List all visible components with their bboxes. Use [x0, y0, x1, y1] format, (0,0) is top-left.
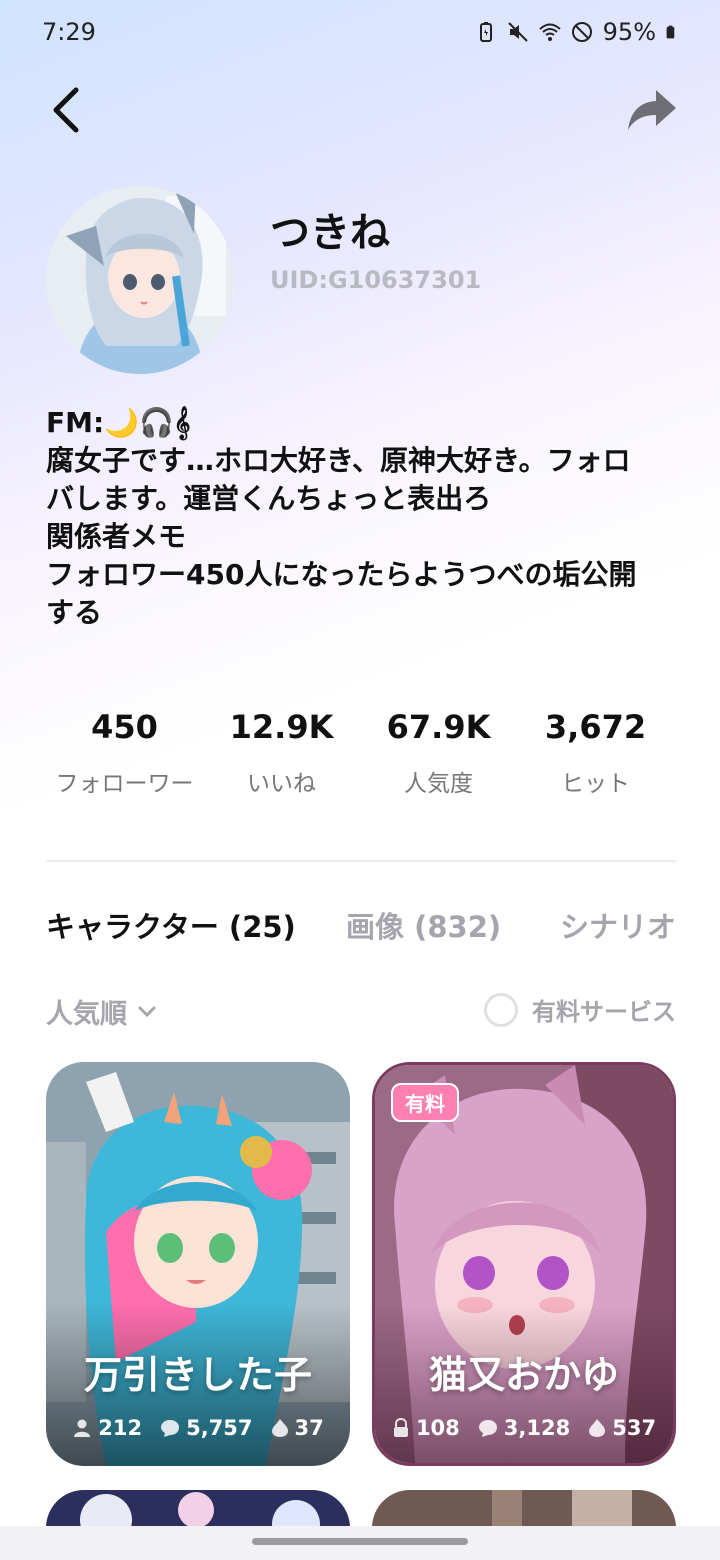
card-stats: 108 3,128 537 — [375, 1416, 673, 1440]
stat-label: 人気度 — [404, 771, 473, 797]
card-stat-messages: 5,757 — [160, 1416, 253, 1440]
paid-service-filter[interactable]: 有料サービス — [484, 992, 676, 1027]
card-title: 万引きした子 — [83, 1353, 312, 1397]
paid-badge: 有料 — [391, 1083, 459, 1122]
bio-line: 腐女子です…ホロ大好き、原神大好き。フォロ — [46, 444, 631, 477]
character-image — [46, 1062, 350, 1466]
stat-value: 12.9K — [229, 708, 334, 746]
do-not-disturb-icon — [571, 22, 592, 42]
profile-name: つきね — [270, 210, 390, 256]
sort-label: 人気順 — [46, 999, 127, 1030]
card-title: 猫又おかゆ — [428, 1353, 619, 1397]
share-icon[interactable] — [626, 86, 678, 134]
stat-popularity: 67.9K 人気度 — [360, 708, 517, 798]
card-stats: 212 5,757 37 — [46, 1416, 350, 1440]
stat-followers[interactable]: 450 フォローワー — [46, 708, 203, 798]
stat-label: フォローワー — [55, 771, 194, 797]
tab-scenarios[interactable]: シナリオ — [560, 904, 676, 946]
status-time: 7:29 — [42, 18, 96, 46]
flame-icon — [589, 1419, 606, 1437]
divider — [46, 860, 676, 862]
card-stat-value: 3,128 — [503, 1416, 571, 1440]
stat-likes: 12.9K いいね — [203, 708, 360, 798]
battery-percent: 95% — [602, 18, 656, 46]
card-stat-value: 108 — [415, 1416, 460, 1440]
gesture-nav-bar — [0, 1526, 720, 1560]
stat-label: いいね — [247, 771, 316, 797]
chat-bubble-icon — [478, 1420, 497, 1437]
character-card[interactable]: 万引きした子 212 5,757 37 — [46, 1062, 350, 1466]
lock-icon — [393, 1418, 408, 1437]
card-stat-messages: 3,128 — [478, 1416, 570, 1440]
tab-images[interactable]: 画像 (832) — [346, 904, 501, 946]
chat-bubble-icon — [161, 1420, 180, 1437]
content-tabs: キャラクター (25) 画像 (832) シナリオ — [46, 904, 676, 948]
sort-row: 人気順 有料サービス — [46, 992, 676, 1032]
profile-bio: FM:🌙🎧𝄞 腐女子です…ホロ大好き、原神大好き。フォロ バします。運営くんちょ… — [46, 404, 676, 632]
mute-icon — [507, 22, 528, 42]
card-stat-chats: 212 — [72, 1416, 142, 1440]
profile-stats: 450 フォローワー 12.9K いいね 67.9K 人気度 3,672 ヒット — [46, 708, 676, 798]
flame-icon — [271, 1419, 288, 1437]
character-card[interactable]: 有料 猫又おかゆ 108 3,128 537 — [372, 1062, 676, 1466]
wifi-icon — [538, 23, 561, 41]
card-stat-value: 537 — [612, 1416, 657, 1440]
bio-line: バします。運営くんちょっと表出ろ — [46, 482, 492, 515]
battery-saver-icon — [479, 22, 492, 42]
card-stat-locked: 108 — [392, 1416, 460, 1440]
bio-line: する — [46, 596, 103, 629]
home-indicator[interactable] — [252, 1538, 468, 1545]
chevron-down-icon — [138, 1006, 156, 1017]
sort-dropdown[interactable]: 人気順 — [46, 992, 157, 1031]
card-stat-likes: 37 — [271, 1416, 324, 1440]
radio-button[interactable] — [484, 992, 518, 1027]
user-icon — [74, 1419, 91, 1437]
stat-value: 450 — [91, 708, 158, 746]
card-stat-value: 37 — [294, 1416, 324, 1440]
avatar — [46, 186, 234, 374]
stat-hits: 3,672 ヒット — [517, 708, 674, 798]
card-stat-likes: 537 — [588, 1416, 656, 1440]
stat-value: 3,672 — [544, 708, 647, 746]
back-icon[interactable] — [44, 84, 92, 136]
battery-icon — [666, 25, 675, 39]
bio-line: FM:🌙🎧𝄞 — [46, 406, 191, 439]
paid-filter-label: 有料サービス — [532, 998, 676, 1026]
card-stat-value: 5,757 — [186, 1416, 253, 1440]
tab-characters[interactable]: キャラクター (25) — [46, 904, 296, 946]
stat-label: ヒット — [561, 771, 630, 797]
character-image — [375, 1065, 673, 1463]
stat-value: 67.9K — [386, 708, 491, 746]
profile-uid: UID:G10637301 — [270, 266, 482, 294]
status-bar: 7:29 95% — [0, 0, 720, 64]
status-icons: 95% — [475, 18, 680, 46]
bio-line: フォロワー450人になったらようつべの垢公開 — [46, 558, 637, 591]
card-stat-value: 212 — [98, 1416, 143, 1440]
avatar-image — [46, 186, 234, 374]
bio-line: 関係者メモ — [46, 520, 187, 553]
